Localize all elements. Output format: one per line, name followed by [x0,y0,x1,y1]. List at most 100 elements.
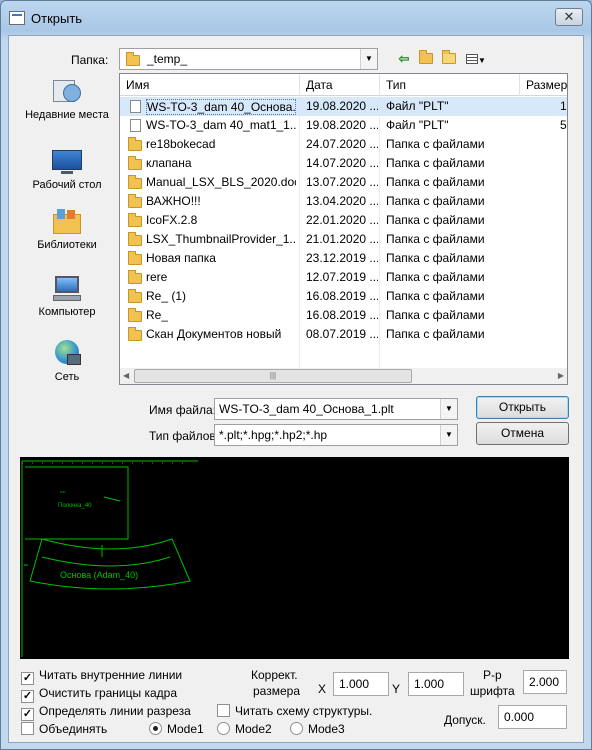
merge-checkbox[interactable]: Объединять [21,722,107,736]
radio-label: Mode1 [167,722,204,736]
place-libraries[interactable]: Библиотеки [21,206,113,252]
file-row[interactable]: Re_ (1) 16.08.2019 ... Папка с файлами [120,287,567,306]
svg-text:••••: •••• [60,489,66,494]
place-network[interactable]: Сеть [21,338,113,384]
folder-select[interactable]: _temp_ ▼ [119,48,378,70]
close-button[interactable]: ✕ [555,8,583,26]
file-name: WS-TO-3_dam 40_Основа... [146,99,296,115]
radio-label: Mode3 [308,722,345,736]
file-name: re18bokecad [146,137,216,151]
column-header-type[interactable]: Тип [380,78,406,92]
place-computer[interactable]: Компьютер [21,273,113,319]
file-name: клапана [146,156,192,170]
font-size-label-2: шрифта [470,684,515,698]
file-row[interactable]: IcoFX.2.8 22.01.2020 ... Папка с файлами [120,211,567,230]
file-row[interactable]: WS-TO-3_dam 40_mat1_1.... 19.08.2020 ... Ф… [120,116,567,135]
pattern-preview: •••• Полочка_40 Основа (Adam_40) [21,460,198,657]
y-scale-input[interactable]: 1.000 [408,672,464,696]
file-row[interactable]: ВАЖНО!!! 13.04.2020 ... Папка с файлами [120,192,567,211]
tolerance-label: Допуск. [444,713,486,727]
file-icon [130,119,141,132]
column-header-size[interactable]: Размер [520,78,567,92]
read-inner-lines-checkbox[interactable]: ✓ Читать внутренние линии [21,668,182,685]
filetype-select[interactable]: *.plt;*.hpg;*.hp2;*.hp ▼ [214,424,458,446]
cancel-button[interactable]: Отмена [476,422,569,445]
file-row[interactable]: re18bokecad 24.07.2020 ... Папка с файлами [120,135,567,154]
place-desktop[interactable]: Рабочий стол [21,146,113,192]
folder-icon [128,251,142,265]
file-row[interactable]: rere 12.07.2019 ... Папка с файлами [120,268,567,287]
up-folder-icon[interactable] [417,50,435,67]
file-date: 08.07.2019 ... [306,327,378,341]
file-row[interactable]: LSX_ThumbnailProvider_1... 21.01.2020 ...… [120,230,567,249]
checkbox-label: Объединять [39,722,108,736]
dialog-client-area: Папка: _temp_ ▼ ⇦ ▼ Недавние места Рабоч… [8,35,584,743]
file-row[interactable]: Скан Документов новый 08.07.2019 ... Папка… [120,325,567,344]
folder-icon [128,175,142,189]
read-structure-checkbox[interactable]: Читать схему структуры. [217,704,372,718]
network-icon [51,338,83,368]
mode1-radio[interactable]: Mode1 [149,722,204,736]
detect-cut-lines-checkbox[interactable]: ✓ Определять линии разреза [21,704,191,721]
file-name: WS-TO-3_dam 40_mat1_1.... [146,118,296,132]
scroll-right-icon[interactable]: ▶ [558,371,564,380]
column-header-date[interactable]: Дата [300,78,333,92]
preview-label-main: Основа (Adam_40) [60,570,138,580]
new-folder-icon[interactable] [440,50,458,67]
file-date: 19.08.2020 ... [306,99,378,113]
clear-frame-checkbox[interactable]: ✓ Очистить границы кадра [21,686,177,703]
back-arrow-icon[interactable]: ⇦ [395,51,413,67]
title-bar[interactable]: Открыть ✕ [1,1,591,35]
recent-places-icon [51,76,83,106]
file-type: Папка с файлами [386,213,485,227]
file-row[interactable]: клапана 14.07.2020 ... Папка с файлами [120,154,567,173]
font-size-input[interactable]: 2.000 [523,670,567,694]
view-menu-icon[interactable]: ▼ [463,51,489,67]
file-row[interactable]: Re_ 16.08.2019 ... Папка с файлами [120,306,567,325]
file-type: Папка с файлами [386,194,485,208]
folder-icon [128,194,142,208]
checkbox-label: Определять линии разреза [39,704,191,718]
file-list[interactable]: Имя Дата Тип Размер WS-TO-3_dam 40_Основ… [119,73,568,385]
size-correction-label: Коррект. [251,668,298,682]
chevron-down-icon[interactable]: ▼ [440,425,457,445]
folder-icon [128,156,142,170]
open-button[interactable]: Открыть [476,396,569,419]
file-date: 19.08.2020 ... [306,118,378,132]
folder-label: Папка: [71,53,109,67]
file-name: Новая папка [146,251,216,265]
scrollbar-thumb[interactable]: ||| [134,369,412,383]
file-name: Re_ [146,308,169,322]
file-row[interactable]: Manual_LSX_BLS_2020.doc 13.07.2020 ... Пап… [120,173,567,192]
folder-icon [128,137,142,151]
folder-icon [128,327,142,341]
checkmark-icon[interactable]: ✓ [21,708,34,721]
checkbox-label: Читать внутренние линии [39,668,183,682]
file-name: Re_ (1) [146,289,187,303]
checkmark-icon[interactable]: ✓ [21,672,34,685]
horizontal-scrollbar[interactable]: ◀ ||| ▶ [120,368,567,384]
chevron-down-icon[interactable]: ▼ [440,399,457,419]
file-type: Файл "PLT" [386,99,449,113]
folder-icon [128,270,142,284]
file-name: Скан Документов новый [146,327,282,341]
x-scale-input[interactable]: 1.000 [333,672,389,696]
radio-selected-icon[interactable] [149,722,162,735]
file-date: 24.07.2020 ... [306,137,378,151]
filename-value: WS-TO-3_dam 40_Основа_1.plt [219,402,394,416]
place-label: Библиотеки [37,239,97,251]
file-type: Папка с файлами [386,137,485,151]
window-title: Открыть [31,11,83,26]
checkmark-icon[interactable]: ✓ [21,690,34,703]
column-header-name[interactable]: Имя [120,78,149,92]
mode3-radio[interactable]: Mode3 [290,722,345,736]
chevron-down-icon[interactable]: ▼ [360,49,377,69]
scroll-left-icon[interactable]: ◀ [123,371,129,380]
file-row[interactable]: Новая папка 23.12.2019 ... Папка с файлами [120,249,567,268]
filename-input[interactable]: WS-TO-3_dam 40_Основа_1.plt ▼ [214,398,458,420]
file-row[interactable]: WS-TO-3_dam 40_Основа... 19.08.2020 ... Фа… [120,97,567,116]
place-recent[interactable]: Недавние места [21,76,113,122]
file-list-header: Имя Дата Тип Размер [120,74,567,96]
mode2-radio[interactable]: Mode2 [217,722,272,736]
tolerance-input[interactable]: 0.000 [498,705,567,729]
